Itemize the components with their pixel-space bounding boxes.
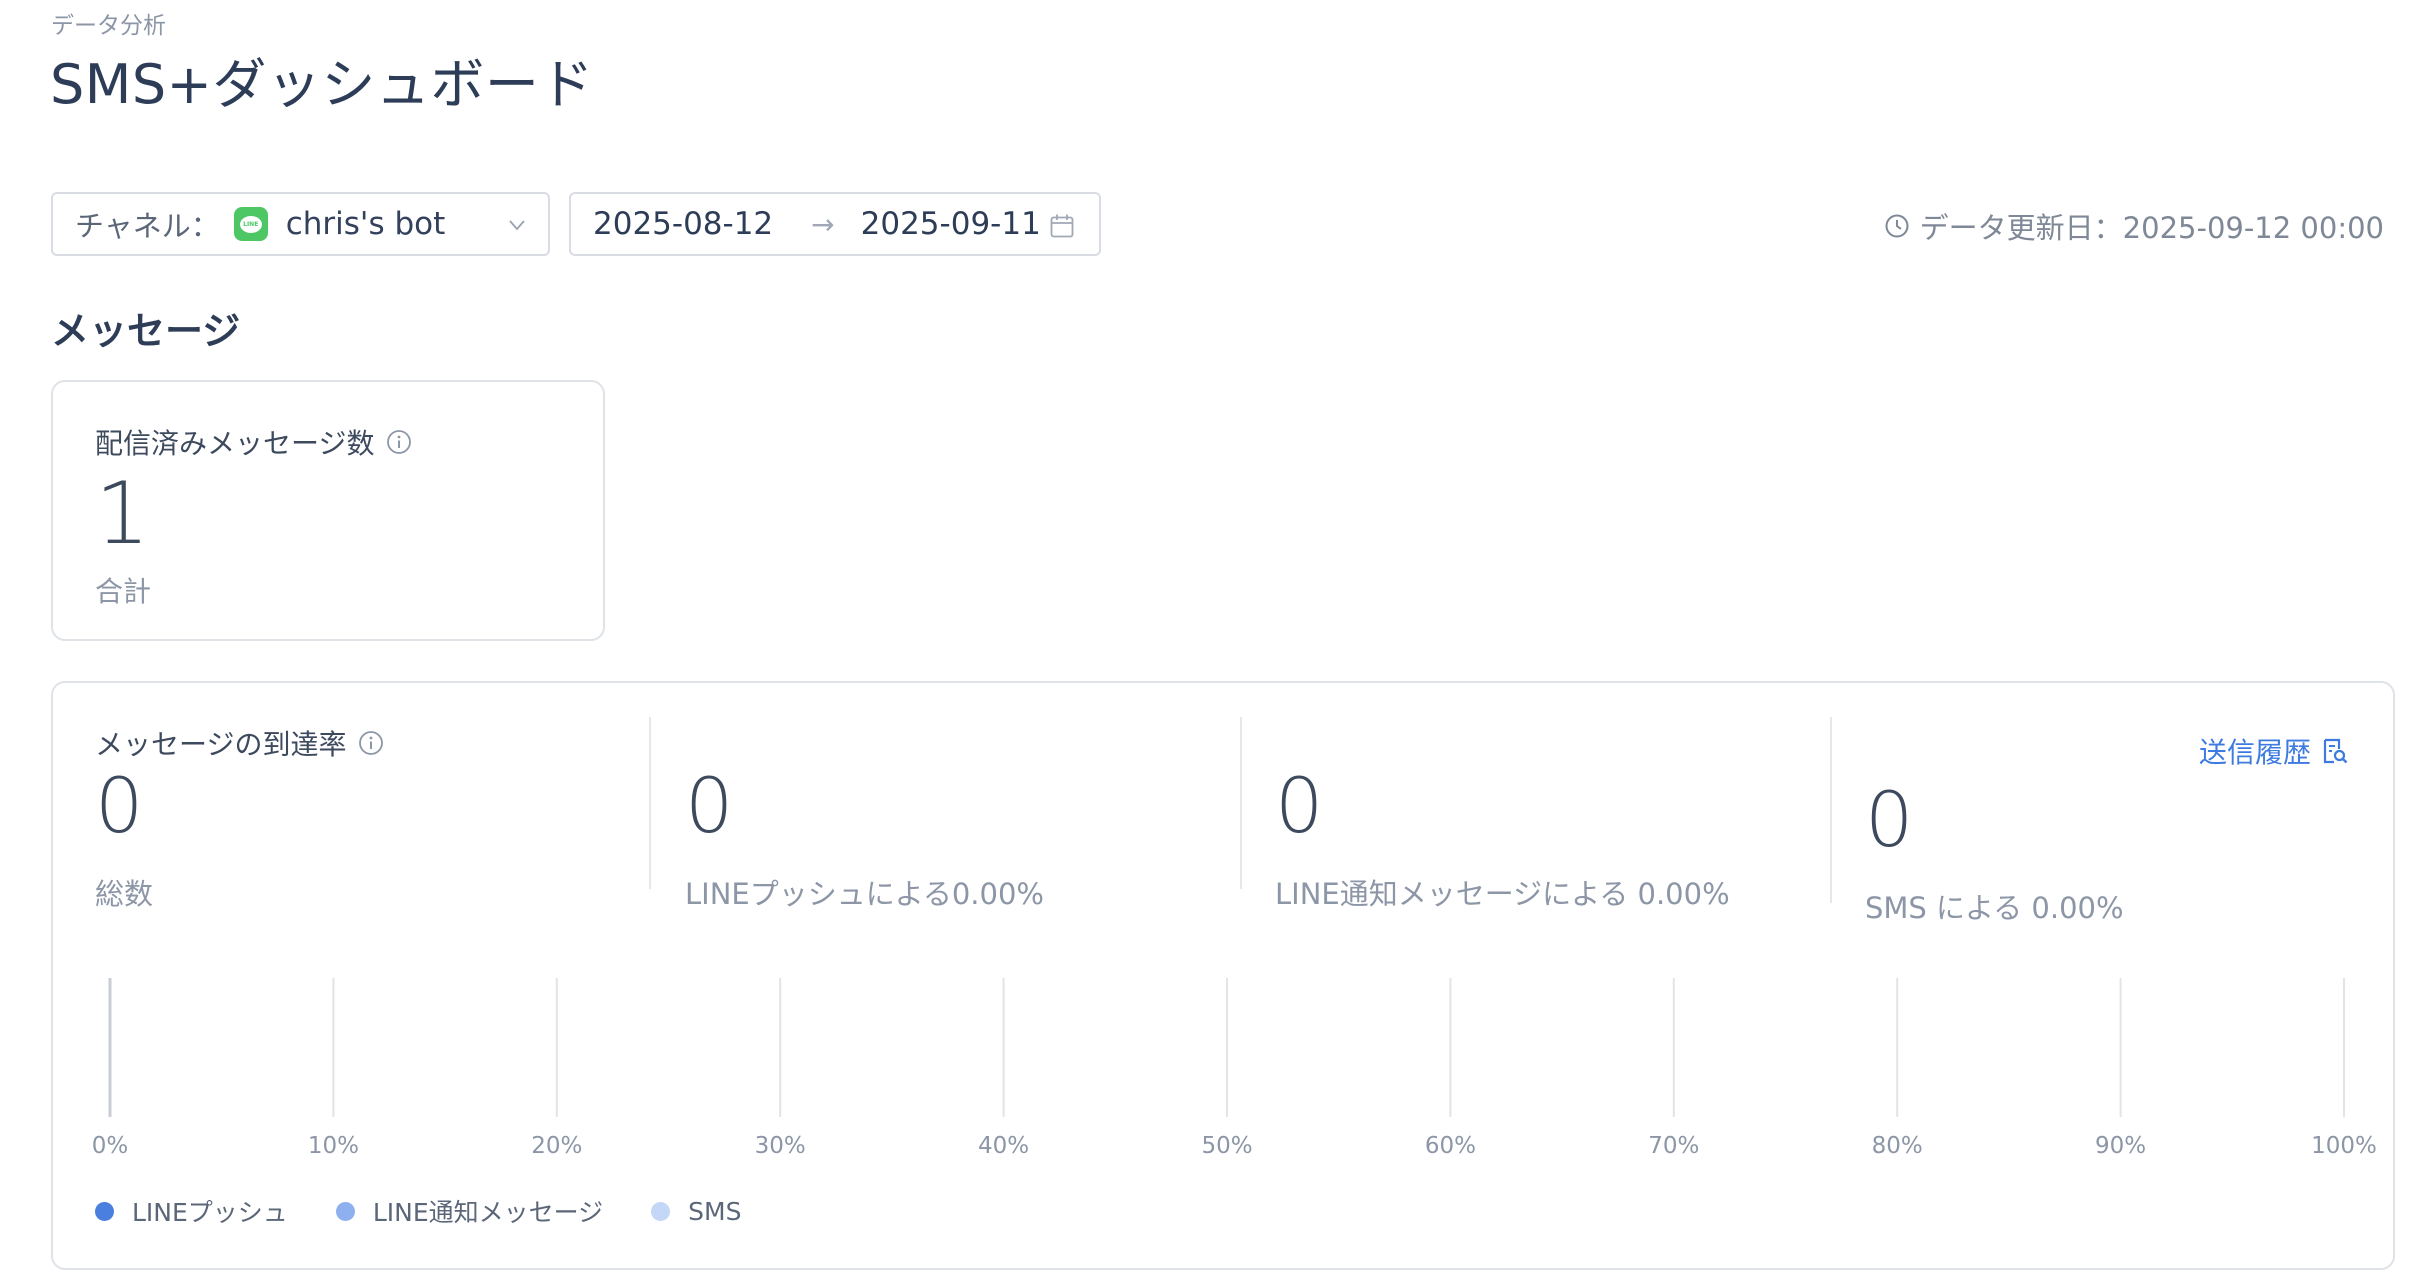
channel-select[interactable]: チャネル： LINE chris's bot: [51, 192, 550, 256]
x-tick-label: 30%: [755, 1133, 806, 1159]
data-updated-info: データ更新日：2025-09-12 00:00: [1884, 205, 2384, 247]
legend-label: LINE通知メッセージ: [372, 1198, 604, 1227]
x-tick-label: 10%: [308, 1133, 359, 1159]
section-title-messages: メッセージ: [51, 309, 241, 353]
x-tick-label: 50%: [1201, 1133, 1252, 1159]
legend-item[interactable]: SMS: [651, 1197, 741, 1226]
x-tick-label: 40%: [978, 1133, 1029, 1159]
delivered-sub: 合計: [95, 575, 152, 608]
legend-item[interactable]: LINE通知メッセージ: [335, 1193, 604, 1229]
reach-rate-chart: 0% 10% 20% 30% 40% 50% 60% 70% 80% 90% 100%: [92, 978, 2377, 1159]
channel-label: チャネル：: [75, 209, 220, 243]
clock-icon: [1885, 214, 1909, 238]
date-range-picker[interactable]: 2025-08-12 → 2025-09-11: [569, 192, 1101, 256]
channel-value: chris's bot: [285, 206, 446, 242]
info-icon[interactable]: [386, 429, 412, 455]
x-tick-label: 100%: [2311, 1133, 2377, 1159]
reach-rate-card: メッセージの到達率 0 総数 0 LINEプッシュによる0.00% 0 LINE…: [51, 681, 2395, 1270]
breadcrumb[interactable]: データ分析: [51, 6, 166, 40]
x-tick-label: 90%: [2095, 1133, 2146, 1159]
delivered-card-label: 配信済みメッセージ数: [95, 427, 375, 460]
line-logo-icon: LINE: [233, 207, 268, 241]
legend-item[interactable]: LINEプッシュ: [95, 1193, 288, 1229]
chart-legend: LINEプッシュ LINE通知メッセージ SMS: [95, 1193, 789, 1229]
delivered-messages-card: 配信済みメッセージ数 1 合計: [51, 380, 605, 641]
x-tick-label: 20%: [531, 1133, 582, 1159]
x-tick-label: 80%: [1872, 1133, 1923, 1159]
x-tick-label: 70%: [1648, 1133, 1699, 1159]
chevron-down-icon: [509, 220, 525, 231]
updated-text: データ更新日：2025-09-12 00:00: [1919, 211, 2384, 245]
legend-label: SMS: [688, 1196, 742, 1226]
page-title: SMS+ダッシュボード: [50, 53, 594, 116]
legend-label: LINEプッシュ: [132, 1198, 288, 1227]
legend-dot-icon: [335, 1201, 355, 1221]
delivered-count: 1: [95, 464, 150, 564]
date-end[interactable]: 2025-09-11: [861, 206, 1041, 242]
x-tick-label: 0%: [92, 1133, 129, 1159]
x-tick-label: 60%: [1425, 1133, 1476, 1159]
date-start[interactable]: 2025-08-12: [593, 206, 773, 242]
legend-dot-icon: [95, 1201, 114, 1221]
legend-dot-icon: [651, 1201, 671, 1221]
arrow-right-icon: →: [811, 207, 835, 241]
calendar-icon: [1050, 214, 1074, 238]
